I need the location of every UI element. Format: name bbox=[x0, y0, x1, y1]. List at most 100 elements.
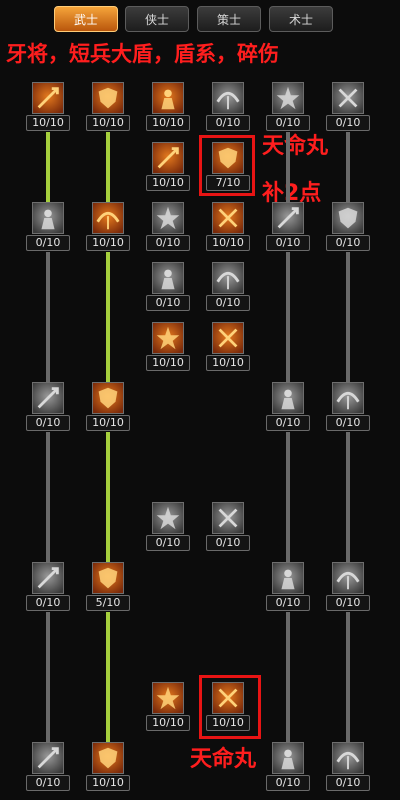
skill-level: 0/10 bbox=[26, 775, 70, 791]
skill-level: 0/10 bbox=[146, 295, 190, 311]
sword-wave-icon[interactable] bbox=[272, 742, 304, 774]
explosion-figure-icon[interactable] bbox=[212, 202, 244, 234]
skill-slot[interactable]: 0/10 bbox=[325, 382, 371, 434]
skill-slot[interactable]: 10/10 bbox=[145, 82, 191, 134]
fist-icon[interactable] bbox=[212, 82, 244, 114]
skill-slot[interactable]: 10/10 bbox=[205, 322, 251, 374]
stance-icon[interactable] bbox=[152, 502, 184, 534]
skill-slot[interactable]: 10/10 bbox=[145, 682, 191, 734]
shield-slash-icon[interactable] bbox=[32, 382, 64, 414]
connector-line bbox=[106, 132, 110, 202]
skill-level: 7/10 bbox=[206, 175, 250, 191]
shield-fire-icon[interactable] bbox=[92, 742, 124, 774]
cross-swords-icon[interactable] bbox=[332, 382, 364, 414]
connector-line bbox=[286, 612, 290, 742]
skill-level: 5/10 bbox=[86, 595, 130, 611]
skill-level: 10/10 bbox=[86, 415, 130, 431]
skill-level: 10/10 bbox=[206, 235, 250, 251]
skill-slot[interactable]: 0/10 bbox=[325, 202, 371, 254]
connector-line bbox=[346, 612, 350, 742]
tab-wushi[interactable]: 武士 bbox=[54, 6, 118, 32]
shield-red-icon[interactable] bbox=[92, 382, 124, 414]
skill-level: 0/10 bbox=[26, 415, 70, 431]
skill-slot[interactable]: 0/10 bbox=[265, 382, 311, 434]
shield-round-icon[interactable] bbox=[32, 562, 64, 594]
connector-line bbox=[46, 612, 50, 742]
skill-slot[interactable]: 0/10 bbox=[25, 742, 71, 794]
skill-slot[interactable]: 0/10 bbox=[205, 262, 251, 314]
skill-slot[interactable]: 10/10 bbox=[85, 742, 131, 794]
spear-icon[interactable] bbox=[32, 82, 64, 114]
champion-icon[interactable] bbox=[212, 682, 244, 714]
skill-slot[interactable]: 0/10 bbox=[145, 202, 191, 254]
skill-slot[interactable]: 0/10 bbox=[265, 202, 311, 254]
skill-level: 0/10 bbox=[206, 115, 250, 131]
burst-icon[interactable] bbox=[152, 82, 184, 114]
skill-slot[interactable]: 0/10 bbox=[205, 82, 251, 134]
skill-slot[interactable]: 10/10 bbox=[145, 322, 191, 374]
dash-icon[interactable] bbox=[152, 262, 184, 294]
skill-slot[interactable]: 10/10 bbox=[85, 382, 131, 434]
knight-icon[interactable] bbox=[272, 562, 304, 594]
helm-icon[interactable] bbox=[272, 382, 304, 414]
skill-level: 0/10 bbox=[266, 595, 310, 611]
connector-line bbox=[346, 432, 350, 562]
skill-slot[interactable]: 0/10 bbox=[325, 742, 371, 794]
whirl-icon[interactable] bbox=[212, 322, 244, 354]
shield-spin-icon[interactable] bbox=[32, 742, 64, 774]
skill-slot[interactable]: 10/10 bbox=[25, 82, 71, 134]
skill-level: 0/10 bbox=[26, 595, 70, 611]
skill-slot[interactable]: 10/10 bbox=[205, 202, 251, 254]
shield-down-icon[interactable] bbox=[32, 202, 64, 234]
skill-slot[interactable]: 0/10 bbox=[265, 742, 311, 794]
punch-icon[interactable] bbox=[212, 262, 244, 294]
shield-swirl-icon[interactable] bbox=[92, 562, 124, 594]
skill-slot[interactable]: 0/10 bbox=[265, 82, 311, 134]
connector-line bbox=[346, 252, 350, 382]
tab-shushi[interactable]: 术士 bbox=[269, 6, 333, 32]
skill-slot[interactable]: 0/10 bbox=[25, 382, 71, 434]
shield-blue-icon[interactable] bbox=[92, 202, 124, 234]
skill-level: 0/10 bbox=[326, 115, 370, 131]
skill-level: 10/10 bbox=[26, 115, 70, 131]
skill-slot[interactable]: 0/10 bbox=[25, 202, 71, 254]
warrior-icon[interactable] bbox=[152, 202, 184, 234]
guard-icon[interactable] bbox=[332, 562, 364, 594]
skill-slot[interactable]: 5/10 bbox=[85, 562, 131, 614]
armor-icon[interactable] bbox=[332, 202, 364, 234]
stand-icon[interactable] bbox=[212, 502, 244, 534]
skill-slot[interactable]: 0/10 bbox=[25, 562, 71, 614]
strike-icon[interactable] bbox=[152, 322, 184, 354]
skill-slot[interactable]: 10/10 bbox=[145, 142, 191, 194]
skill-level: 0/10 bbox=[326, 235, 370, 251]
slash-icon[interactable] bbox=[92, 82, 124, 114]
skill-slot[interactable]: 10/10 bbox=[85, 202, 131, 254]
skill-level: 0/10 bbox=[206, 295, 250, 311]
skill-slot[interactable]: 0/10 bbox=[265, 562, 311, 614]
skill-slot[interactable]: 0/10 bbox=[205, 502, 251, 554]
skill-slot[interactable]: 10/10 bbox=[205, 682, 251, 734]
rage-icon[interactable] bbox=[152, 682, 184, 714]
connector-line bbox=[106, 612, 110, 742]
crest-icon[interactable] bbox=[332, 742, 364, 774]
skill-slot[interactable]: 7/10 bbox=[205, 142, 251, 194]
connector-line bbox=[346, 132, 350, 202]
skill-slot[interactable]: 0/10 bbox=[325, 82, 371, 134]
skill-level: 0/10 bbox=[146, 535, 190, 551]
skill-slot[interactable]: 0/10 bbox=[145, 262, 191, 314]
tab-ceshi[interactable]: 策士 bbox=[197, 6, 261, 32]
skill-level: 10/10 bbox=[146, 715, 190, 731]
skill-slot[interactable]: 0/10 bbox=[145, 502, 191, 554]
skill-slot[interactable]: 0/10 bbox=[325, 562, 371, 614]
demon-icon[interactable] bbox=[212, 142, 244, 174]
skill-level: 0/10 bbox=[26, 235, 70, 251]
skill-level: 10/10 bbox=[146, 175, 190, 191]
skill-slot[interactable]: 10/10 bbox=[85, 82, 131, 134]
sword-swing-icon[interactable] bbox=[152, 142, 184, 174]
skill-level: 0/10 bbox=[266, 415, 310, 431]
axe-icon[interactable] bbox=[332, 82, 364, 114]
class-tabs: 武士 侠士 策士 术士 bbox=[0, 6, 400, 34]
tab-xiashi[interactable]: 侠士 bbox=[125, 6, 189, 32]
blade-icon[interactable] bbox=[272, 82, 304, 114]
shield-strike-icon[interactable] bbox=[272, 202, 304, 234]
